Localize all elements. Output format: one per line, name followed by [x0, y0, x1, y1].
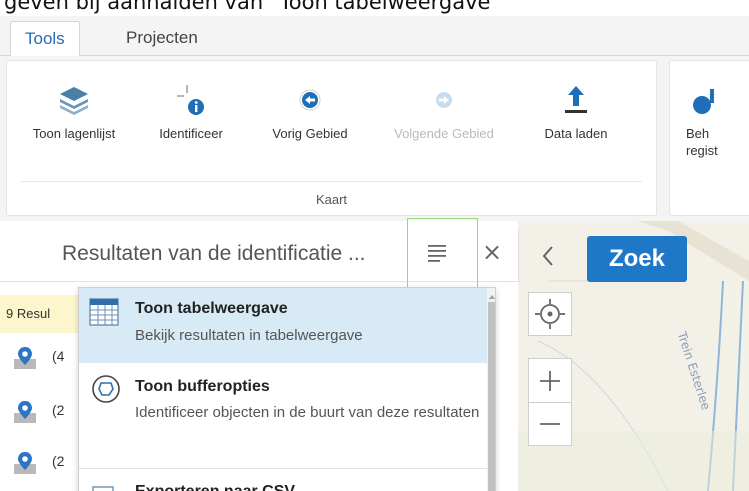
menu-item-title: Exporteren naar CSV: [135, 483, 295, 491]
results-count-bar: 9 Resul: [0, 295, 80, 333]
ribbon-group-label: Kaart: [315, 192, 348, 207]
caption-text: geven bij aanhalden van "Toon tabelweerg…: [4, 0, 501, 14]
toon-lagenlijst-label: Toon lagenlijst: [32, 126, 116, 141]
map-pin-icon: [14, 401, 36, 423]
list-item[interactable]: (2: [14, 399, 84, 425]
panel-title: Resultaten van de identificatie ...: [62, 242, 366, 265]
minus-icon: [540, 423, 560, 425]
partial-ribbon-button[interactable]: Beh regist: [686, 83, 749, 159]
panel-menu-button[interactable]: [407, 218, 478, 290]
menu-item-title: Toon bufferopties: [135, 378, 270, 395]
ribbon-group-partial: Beh regist: [669, 60, 749, 216]
list-item-count: (2: [52, 453, 65, 469]
vorig-gebied-button[interactable]: Vorig Gebied: [257, 83, 363, 142]
identificeer-button[interactable]: Identificeer: [151, 83, 231, 142]
buffer-icon: [92, 375, 120, 403]
layers-icon: [60, 87, 88, 115]
partial-icon: [693, 89, 714, 114]
next-extent-icon: [436, 92, 452, 108]
menu-item-toon-tabelweergave[interactable]: Toon tabelweergave Bekijk resultaten in …: [79, 288, 487, 363]
menu-item-description: Bekijk resultaten in tabelweergave: [135, 327, 363, 344]
previous-extent-icon: [299, 89, 321, 111]
collapse-panel-button[interactable]: [518, 230, 578, 282]
volgende-gebied-button[interactable]: Volgende Gebied: [382, 83, 506, 142]
tab-bar: Tools Projecten: [0, 16, 749, 57]
menu-item-exporteren-naar-csv[interactable]: Exporteren naar CSV: [79, 471, 487, 491]
crosshair-icon: [535, 299, 565, 329]
toon-lagenlijst-button[interactable]: Toon lagenlijst: [17, 83, 131, 142]
tab-projecten[interactable]: Projecten: [112, 21, 212, 57]
locate-button[interactable]: [528, 292, 572, 336]
panel-menu-dropdown: Toon tabelweergave Bekijk resultaten in …: [78, 287, 496, 491]
zoom-in-button[interactable]: [528, 358, 572, 402]
menu-item-description: Identificeer objecten in de buurt van de…: [135, 404, 480, 421]
upload-icon: [565, 86, 587, 113]
export-icon: [92, 486, 114, 491]
vorig-gebied-label: Vorig Gebied: [272, 126, 348, 141]
group-divider: [21, 181, 642, 182]
map-pin-icon: [14, 452, 36, 474]
identificeer-label: Identificeer: [159, 126, 223, 141]
list-item-count: (4: [52, 348, 65, 364]
partial-button-line1: Beh: [686, 126, 710, 141]
data-laden-button[interactable]: Data laden: [529, 83, 623, 142]
list-item[interactable]: (2: [14, 450, 84, 476]
ribbon: Toon lagenlijst Identificeer Vorig Gebie…: [0, 56, 749, 221]
partial-button-line2: regist: [686, 143, 718, 158]
data-laden-label: Data laden: [544, 126, 608, 141]
plus-icon: [540, 371, 560, 391]
close-panel-button[interactable]: ×: [482, 238, 502, 266]
tab-tools[interactable]: Tools: [10, 21, 80, 57]
zoek-button[interactable]: Zoek: [587, 236, 687, 282]
volgende-gebied-label: Volgende Gebied: [394, 126, 494, 141]
ribbon-group-kaart: Toon lagenlijst Identificeer Vorig Gebie…: [6, 60, 657, 216]
list-item[interactable]: (4: [14, 345, 84, 371]
table-icon: [89, 298, 119, 326]
map-pin-icon: [14, 347, 36, 369]
identify-icon: [177, 85, 204, 115]
chevron-left-icon: [542, 246, 553, 266]
menu-item-toon-bufferopties[interactable]: Toon bufferopties Identificeer objecten …: [79, 364, 487, 469]
dropdown-scrollbar[interactable]: [487, 288, 495, 491]
zoom-out-button[interactable]: [528, 402, 572, 446]
list-item-count: (2: [52, 402, 65, 418]
menu-item-title: Toon tabelweergave: [135, 300, 288, 317]
scrollbar-thumb[interactable]: [488, 302, 495, 491]
